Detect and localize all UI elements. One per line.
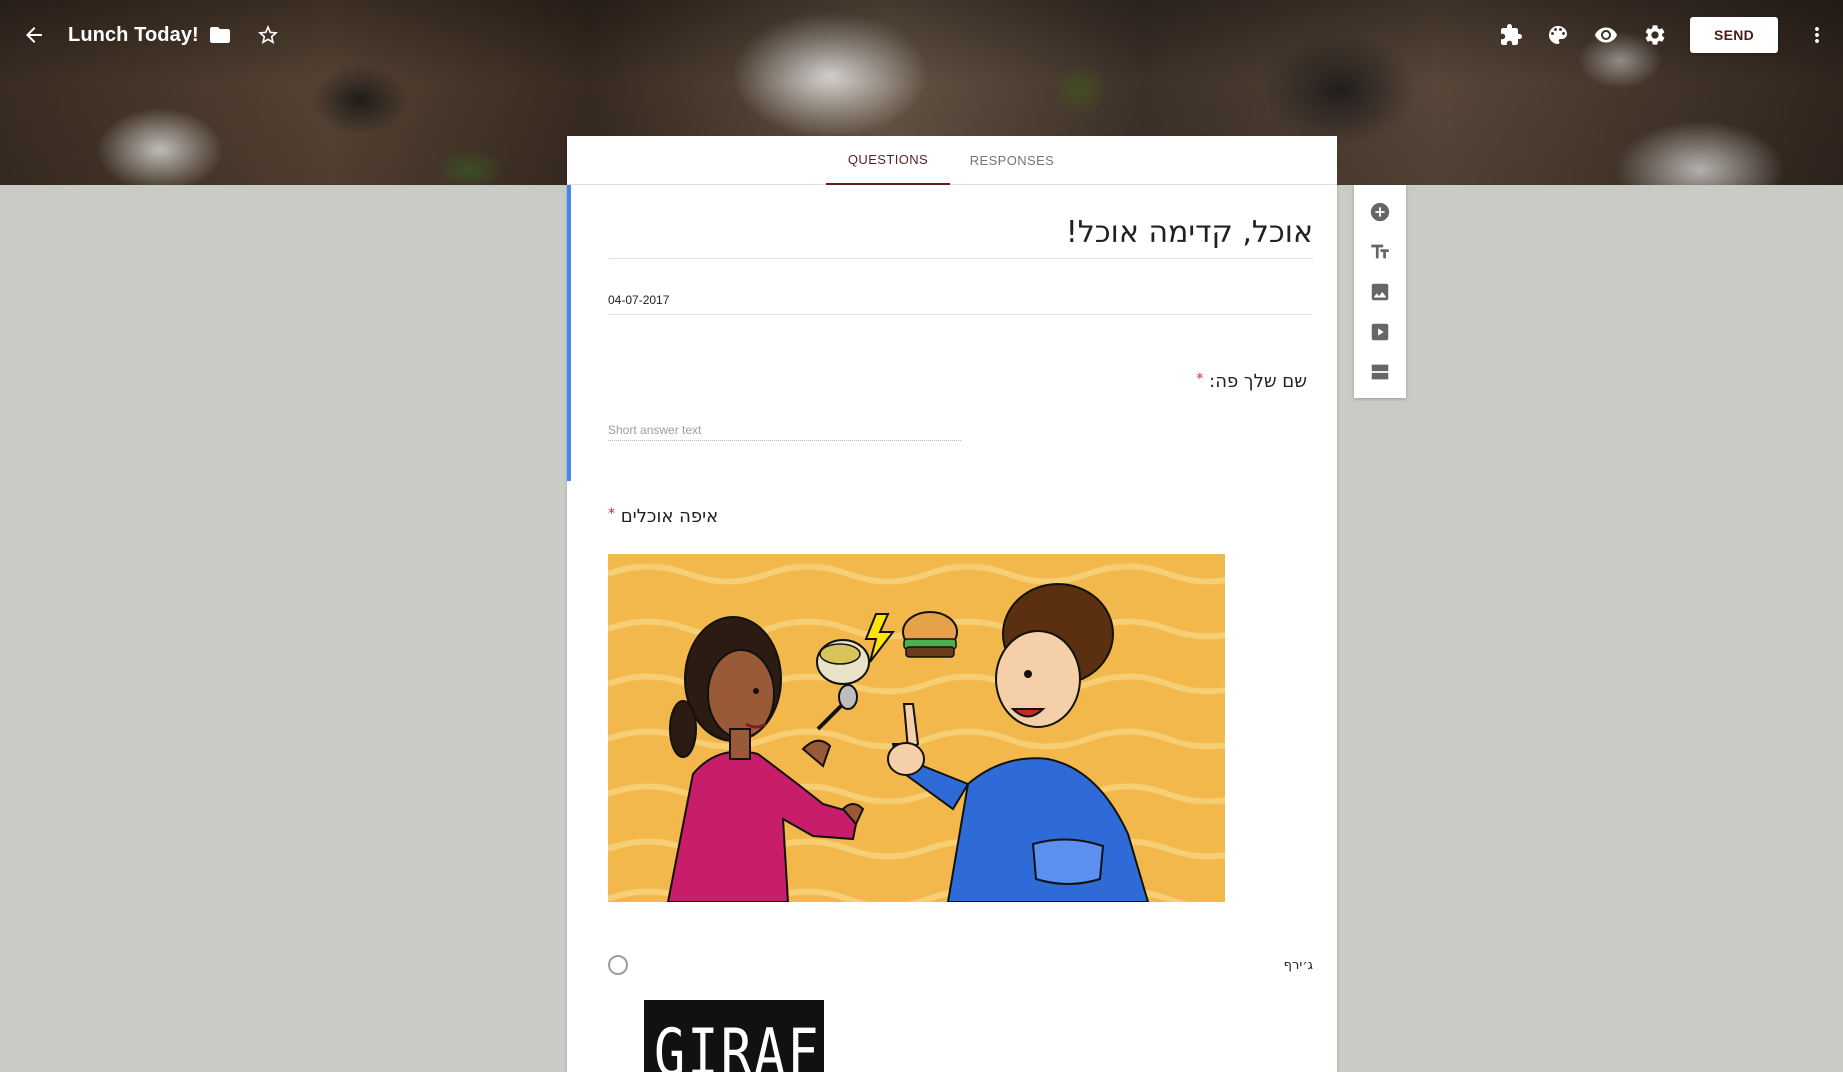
star-icon[interactable] — [253, 20, 283, 50]
question-2-title[interactable]: איפה אוכלים * — [608, 506, 718, 527]
tab-questions[interactable]: QUESTIONS — [826, 136, 950, 185]
more-vert-icon[interactable] — [1802, 20, 1832, 50]
add-question-icon[interactable] — [1367, 199, 1393, 225]
question-1-title-text: שם שלך פה: — [1209, 371, 1307, 392]
form-card: QUESTIONS RESPONSES אוכל, קדימה אוכל! 04… — [567, 136, 1337, 1072]
side-toolbar — [1354, 185, 1406, 398]
tab-bar: QUESTIONS RESPONSES — [567, 136, 1337, 185]
top-bar: Lunch Today! SEND — [0, 0, 1843, 70]
form-title-field[interactable]: אוכל, קדימה אוכל! — [609, 215, 1313, 259]
required-asterisk: * — [1196, 371, 1204, 387]
short-answer-field: Short answer text — [608, 423, 961, 441]
form-name[interactable]: Lunch Today! — [68, 24, 199, 47]
palette-icon[interactable] — [1543, 20, 1573, 50]
question-2-illustration[interactable] — [608, 554, 1225, 902]
folder-icon[interactable] — [205, 20, 235, 50]
send-button[interactable]: SEND — [1690, 17, 1778, 53]
tab-responses[interactable]: RESPONSES — [950, 136, 1074, 185]
logo-text: GIRAFFE — [654, 1016, 824, 1072]
option-radio-button[interactable] — [608, 955, 628, 975]
question-2-title-text: איפה אוכלים — [620, 506, 719, 527]
active-section-header: אוכל, קדימה אוכל! 04-07-2017 שם שלך פה: … — [567, 185, 1337, 481]
addons-icon[interactable] — [1496, 20, 1526, 50]
form-description-field[interactable]: 04-07-2017 — [608, 293, 1312, 315]
add-title-icon[interactable] — [1367, 239, 1393, 265]
settings-gear-icon[interactable] — [1640, 20, 1670, 50]
back-arrow-icon[interactable] — [19, 20, 49, 50]
required-asterisk: * — [608, 506, 615, 522]
preview-eye-icon[interactable] — [1591, 20, 1621, 50]
add-section-icon[interactable] — [1367, 359, 1393, 385]
option-logo-image: GIRAFFE — [644, 1000, 824, 1072]
add-image-icon[interactable] — [1367, 279, 1393, 305]
option-label[interactable]: ג׳ירף — [1284, 958, 1313, 973]
question-1-title[interactable]: שם שלך פה: * — [1196, 371, 1307, 392]
add-video-icon[interactable] — [1367, 319, 1393, 345]
